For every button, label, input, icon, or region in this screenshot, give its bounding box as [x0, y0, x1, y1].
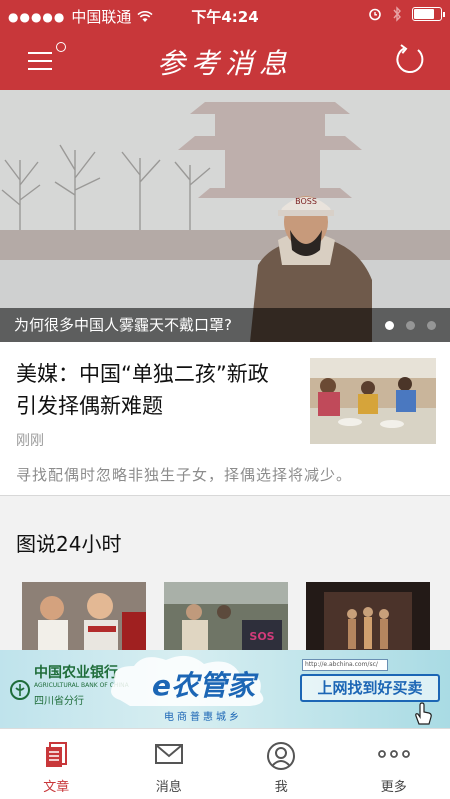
- article-title[interactable]: 美媒：中国“单独二孩”新政引发择偶新难题: [16, 358, 286, 422]
- svg-text:BOSS: BOSS: [295, 197, 317, 206]
- pager-dot[interactable]: [406, 321, 415, 330]
- mail-icon: [154, 744, 183, 764]
- tab-label: 文章: [43, 780, 70, 795]
- tab-label: 消息: [155, 780, 182, 795]
- bluetooth-icon: [393, 6, 401, 22]
- section-title: 图说24小时: [16, 532, 122, 556]
- tab-messages[interactable]: 消息: [113, 729, 226, 799]
- status-bar: ●●●●● 中国联通 下午4:24: [0, 0, 450, 30]
- photo-thumbnail[interactable]: [306, 582, 430, 654]
- photo-thumbnail[interactable]: [22, 582, 146, 654]
- tab-label: 我: [274, 780, 288, 795]
- ad-bank-branch: 四川省分行: [34, 696, 84, 707]
- ad-url: http://e.abchina.com/sc/: [302, 659, 388, 671]
- carousel-pager: [385, 321, 436, 330]
- tab-label: 更多: [380, 780, 407, 795]
- photo-thumbnail[interactable]: SOS: [164, 582, 288, 654]
- user-icon: [267, 742, 296, 770]
- ad-slogan: 电商普惠城乡: [164, 712, 242, 723]
- hero-caption[interactable]: 为何很多中国人雾霾天不戴口罩?: [0, 308, 450, 342]
- battery-icon: [412, 7, 445, 21]
- ad-banner[interactable]: 中国农业银行 AGRICULTURAL BANK OF CHINA 四川省分行 …: [0, 650, 450, 728]
- ad-brand: e农管家: [152, 669, 255, 702]
- hero-image: BOSS: [0, 90, 450, 342]
- hero-carousel[interactable]: BOSS 为何很多中国人雾霾天不戴口罩?: [0, 90, 450, 342]
- tab-articles[interactable]: 文章: [0, 729, 113, 799]
- more-icon: [377, 750, 410, 758]
- article-thumbnail[interactable]: [310, 358, 436, 444]
- bank-logo-icon: [10, 680, 30, 700]
- pager-dot[interactable]: [427, 321, 436, 330]
- alarm-icon: [369, 8, 381, 21]
- article-time: 刚刚: [16, 433, 44, 449]
- pager-dot[interactable]: [385, 321, 394, 330]
- article-summary: 寻找配偶时忽略非独生子女，择偶选择将减少。: [16, 466, 353, 484]
- svg-text:SOS: SOS: [249, 630, 274, 643]
- hand-cursor-icon: [415, 702, 432, 725]
- refresh-button[interactable]: [392, 42, 428, 78]
- top-bar: ●●●●● 中国联通 下午4:24 参考消息: [0, 0, 450, 90]
- app-logo: 参考消息: [156, 47, 293, 80]
- article-card[interactable]: 美媒：中国“单独二孩”新政引发择偶新难题 刚刚 寻找配偶时忽略非独生子女，择偶选…: [0, 342, 450, 496]
- nav-bar: 参考消息: [0, 30, 450, 90]
- ad-cta-button[interactable]: 上网找到好买卖: [300, 674, 440, 702]
- tab-bar: 文章 消息 我 更多: [0, 728, 450, 799]
- tab-more[interactable]: 更多: [338, 729, 450, 799]
- article-icon: [46, 742, 68, 767]
- tab-me[interactable]: 我: [225, 729, 338, 799]
